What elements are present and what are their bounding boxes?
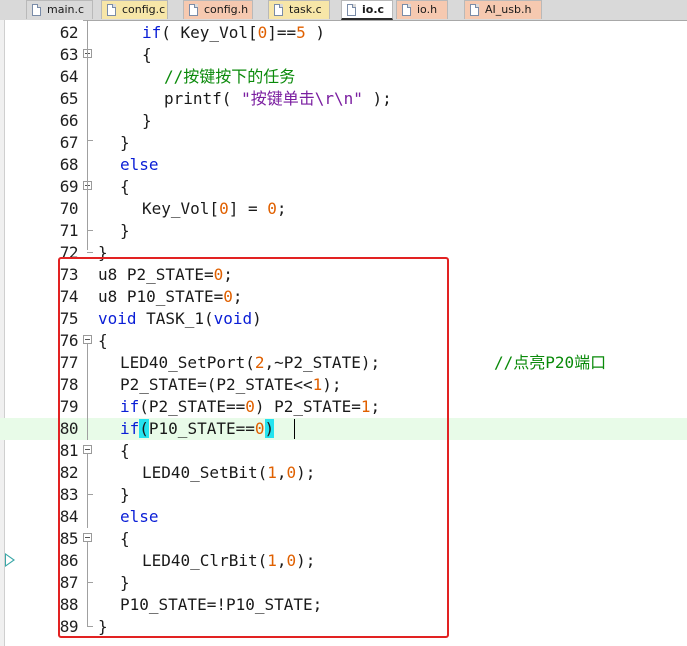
tab-label: io.c: [362, 3, 385, 16]
code-text: printf( "按键单击\r\n" );: [164, 88, 392, 110]
tab-label: main.c: [47, 3, 85, 16]
code-token: );: [362, 89, 392, 108]
code-text: }: [120, 221, 130, 240]
code-line: 69 {: [0, 176, 687, 198]
tab-ai-usb-h[interactable]: AI_usb.h: [464, 0, 542, 19]
tab-config-c[interactable]: config.c: [101, 0, 168, 19]
line-number: 65: [59, 89, 79, 108]
h-file-icon: [402, 4, 411, 16]
code-token: printf(: [164, 89, 242, 108]
line-number: 69: [59, 177, 79, 196]
tab-label: config.c: [122, 3, 166, 16]
code-line: 70 Key_Vol[0] = 0;: [0, 198, 687, 220]
code-line: 64 //按键按下的任务: [0, 66, 687, 88]
code-line: 63 {: [0, 44, 687, 66]
line-number: 63: [59, 45, 79, 64]
line-number: 64: [59, 67, 79, 86]
tab-config-h[interactable]: config.h: [183, 0, 253, 19]
code-text: {: [120, 177, 130, 196]
code-text: if( Key_Vol[0]==5 ): [142, 22, 325, 44]
code-line: 71 }: [0, 220, 687, 242]
code-token: ]==: [267, 23, 297, 42]
execution-pointer-icon: [5, 553, 15, 567]
tab-label: task.c: [289, 3, 322, 16]
fold-guide: [87, 20, 88, 250]
number-literal: 5: [296, 23, 306, 42]
line-number: 67: [59, 133, 79, 152]
code-line: 68 else: [0, 154, 687, 176]
number-literal: 0: [267, 199, 277, 218]
annotation-highlight-box: [58, 257, 449, 638]
keyword: else: [120, 155, 159, 174]
code-text: }: [142, 111, 152, 130]
number-literal: 0: [219, 199, 229, 218]
code-line: 65 printf( "按键单击\r\n" );: [0, 88, 687, 110]
code-text: {: [142, 45, 152, 64]
keyword: if: [142, 23, 162, 42]
tab-label: config.h: [204, 3, 249, 16]
c-file-icon: [274, 4, 283, 16]
code-comment: //按键按下的任务: [164, 67, 296, 86]
code-token: ;: [276, 199, 287, 218]
c-file-icon: [32, 4, 41, 16]
tab-io-h[interactable]: io.h: [396, 0, 448, 19]
line-number: 70: [59, 199, 79, 218]
code-text: }: [120, 133, 130, 152]
line-number: 66: [59, 111, 79, 130]
tab-label: io.h: [417, 3, 438, 16]
line-number: 71: [59, 221, 79, 240]
code-comment: //点亮P20端口: [494, 353, 607, 372]
string-literal: "按键单击\r\n": [241, 89, 363, 108]
h-file-icon: [470, 4, 479, 16]
c-file-icon: [347, 4, 356, 16]
code-token: ): [305, 23, 326, 42]
tab-io-c[interactable]: io.c: [341, 0, 393, 20]
number-literal: 0: [257, 23, 268, 42]
code-token: ] =: [228, 199, 268, 218]
fold-guide-end: [87, 252, 93, 253]
h-file-icon: [189, 4, 198, 16]
code-token: Key_Vol[: [142, 199, 220, 218]
code-line: 67 }: [0, 132, 687, 154]
code-line: 62 if( Key_Vol[0]==5 ): [0, 22, 687, 44]
line-number: 68: [59, 155, 79, 174]
code-token: ( Key_Vol[: [161, 23, 258, 42]
tab-main-c[interactable]: main.c: [26, 0, 93, 19]
code-text: Key_Vol[0] = 0;: [142, 198, 287, 220]
line-number: 62: [59, 23, 79, 42]
editor-tab-bar: main.c config.c config.h task.c io.c io.…: [0, 0, 687, 21]
code-line: 66 }: [0, 110, 687, 132]
tab-label: AI_usb.h: [485, 3, 532, 16]
tab-task-c[interactable]: task.c: [268, 0, 330, 19]
c-file-icon: [107, 4, 116, 16]
